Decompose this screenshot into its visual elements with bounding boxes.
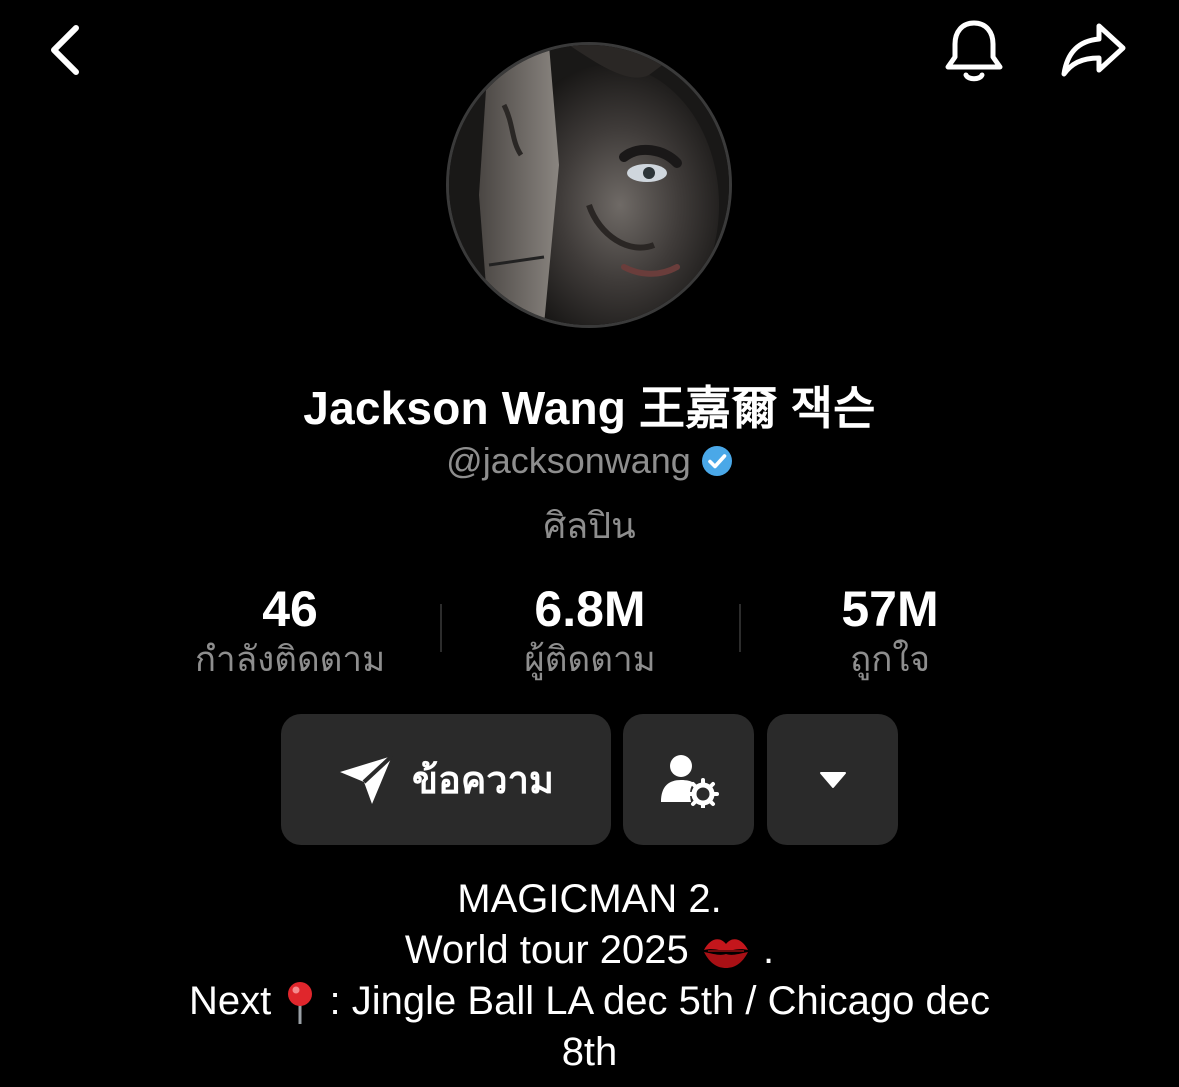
chevron-left-icon [51, 25, 79, 75]
followers-count: 6.8M [534, 581, 646, 637]
message-button-label: ข้อความ [412, 760, 554, 802]
stat-following[interactable]: 46 กำลังติดตาม [140, 580, 440, 682]
bio-line-2: World tour 2025 . [100, 925, 1079, 976]
stat-followers[interactable]: 6.8M ผู้ติดตาม [440, 580, 740, 682]
more-dropdown-button[interactable] [767, 714, 898, 845]
back-button[interactable] [30, 14, 102, 86]
likes-label: ถูกใจ [850, 640, 930, 679]
share-button[interactable] [1058, 14, 1130, 86]
bio-line-2-end: . [751, 928, 775, 972]
handle-row: @jacksonwang [0, 440, 1179, 482]
bio-line-1: MAGICMAN 2. [457, 877, 722, 921]
bio-line-2-text: World tour 2025 [404, 928, 700, 972]
round-pushpin-icon [288, 982, 313, 1025]
account-category: ศิลปิน [543, 505, 636, 546]
bio-line-4: 8th [561, 1030, 618, 1074]
following-count: 46 [262, 581, 318, 637]
likes-count: 57M [841, 581, 939, 637]
user-settings-button[interactable] [623, 714, 754, 845]
avatar-photo [449, 45, 729, 325]
display-name: Jackson Wang 王嘉爾 잭슨 [303, 382, 876, 434]
bio-line-3-start: Next [189, 979, 272, 1023]
user-settings-icon [660, 754, 719, 808]
share-arrow-icon [1061, 23, 1126, 77]
caret-down-icon [819, 771, 846, 788]
bio-line-3: Next : Jingle Ball LA dec 5th / Chicago … [100, 976, 1079, 1027]
notification-bell-button[interactable] [938, 14, 1010, 86]
bio: MAGICMAN 2. World tour 2025 . Next : Jin… [100, 874, 1079, 1078]
message-button[interactable]: ข้อความ [281, 714, 611, 845]
username-handle: @jacksonwang [446, 440, 691, 481]
bell-icon [945, 20, 1003, 82]
stat-likes[interactable]: 57M ถูกใจ [740, 580, 1040, 682]
kiss-mark-icon [703, 939, 748, 969]
send-icon [340, 754, 394, 804]
followers-label: ผู้ติดตาม [524, 640, 656, 679]
bio-line-3-end: : Jingle Ball LA dec 5th / Chicago dec [318, 979, 990, 1023]
avatar[interactable] [446, 42, 732, 328]
verified-badge-icon [701, 446, 732, 476]
following-label: กำลังติดตาม [194, 640, 386, 679]
